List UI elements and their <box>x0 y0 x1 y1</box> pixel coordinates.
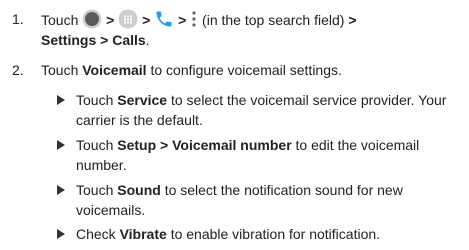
calls-label: Calls <box>112 32 146 48</box>
bullet-text: Check Vibrate to enable vibration for no… <box>76 224 463 244</box>
bullet-arrow-icon <box>57 229 65 239</box>
touch-word: Touch <box>76 182 114 198</box>
bullet-arrow-icon <box>57 140 65 150</box>
step-number: 2. <box>12 62 24 78</box>
menu-note: (in the top search field) <box>202 12 345 28</box>
step-2-rest: to configure voicemail settings. <box>150 62 342 78</box>
bullet-text: Touch Setup > Voicemail number to edit t… <box>76 135 463 175</box>
touch-word: Touch <box>41 12 79 28</box>
touch-word: Touch <box>76 137 114 153</box>
step-1-text-line2: Settings > Calls. <box>41 30 463 50</box>
bullet-arrow-icon <box>57 95 65 105</box>
sound-label: Sound <box>117 182 161 198</box>
vibrate-label: Vibrate <box>119 226 167 242</box>
step-2-text: Touch Voicemail to configure voicemail s… <box>41 60 463 80</box>
settings-label: Settings <box>41 32 97 48</box>
separator: > <box>106 12 115 28</box>
bullet-arrow-icon <box>57 185 65 195</box>
separator: > <box>178 12 187 28</box>
bullet-text: Touch Sound to select the notification s… <box>76 180 463 220</box>
instruction-page: 1. Touch > > > (in the top search field)… <box>0 0 469 250</box>
service-label: Service <box>117 92 168 108</box>
touch-word: Touch <box>41 62 79 78</box>
period: . <box>145 32 150 48</box>
setup-voicemail-number-label: Setup > Voicemail number <box>117 137 292 153</box>
step-number: 1. <box>12 11 24 27</box>
check-word: Check <box>76 226 116 242</box>
separator: > <box>100 32 109 48</box>
voicemail-label: Voicemail <box>82 62 147 78</box>
separator: > <box>348 12 357 28</box>
bullet-rest: to enable vibration for notification. <box>170 226 381 242</box>
bullet-text: Touch Service to select the voicemail se… <box>76 90 463 130</box>
touch-word: Touch <box>76 92 114 108</box>
separator: > <box>142 12 151 28</box>
